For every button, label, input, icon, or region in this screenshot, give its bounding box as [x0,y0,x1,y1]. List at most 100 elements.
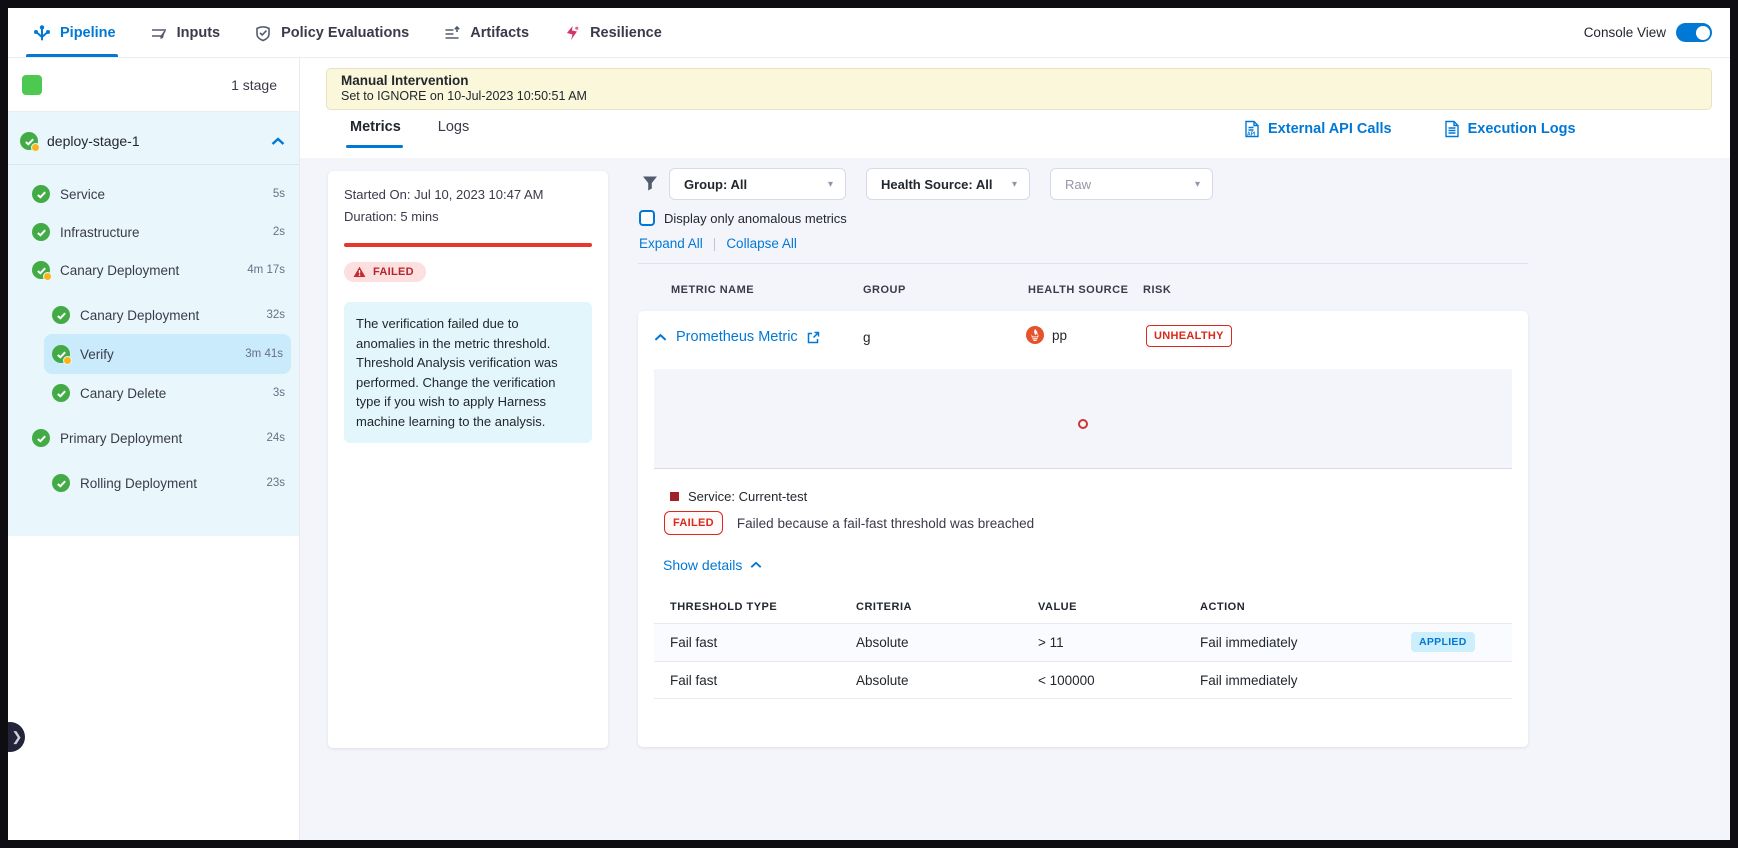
stage-count-label: 1 stage [231,77,277,93]
chart-legend: Service: Current-test [670,489,807,504]
execution-sidebar: 1 stage deploy-stage-1 Service 5s [8,58,300,840]
group-filter-dropdown[interactable]: Group: All ▾ [669,168,846,200]
metrics-tab-underline [346,145,403,148]
sidebar-item-canary-deployment-group[interactable]: Canary Deployment 4m 17s [8,251,299,289]
step-duration: 3m 41s [245,348,283,360]
metric-row-toggle[interactable]: Prometheus Metric [654,329,820,345]
anomalous-data-point[interactable] [1078,419,1088,429]
column-header-action: ACTION [1200,601,1245,613]
success-check-icon [32,223,50,241]
tab-resilience[interactable]: Resilience [563,8,662,57]
metric-row-card: Prometheus Metric g pp UNHEALTHY [638,311,1528,747]
legend-label: Service: Current-test [688,489,807,504]
resilience-icon [563,24,581,42]
sidebar-item-service[interactable]: Service 5s [8,175,299,213]
sidebar-item-primary-deployment[interactable]: Primary Deployment 24s [8,419,299,457]
metric-chart[interactable] [654,369,1512,469]
expand-collapse-controls: Expand All | Collapse All [639,236,797,251]
duration-label: Duration: 5 mins [344,209,592,224]
sidebar-item-canary-delete[interactable]: Canary Delete 3s [8,374,299,412]
sidebar-item-infrastructure[interactable]: Infrastructure 2s [8,213,299,251]
health-source-value: pp [1052,328,1067,343]
column-header-value: VALUE [1038,601,1077,613]
tab-logs[interactable]: Logs [438,119,469,135]
sidebar-item-verify[interactable]: Verify 3m 41s [44,334,291,374]
table-row: Fail fast Absolute > 11 Fail immediately… [654,623,1512,661]
console-view-toggle[interactable] [1676,23,1712,42]
api-document-icon: API [1244,120,1260,138]
external-link-icon[interactable] [807,331,820,344]
chevron-right-icon: ❯ [12,729,23,745]
chevron-up-icon [654,333,667,342]
verification-summary-card: Started On: Jul 10, 2023 10:47 AM Durati… [328,171,608,748]
risk-status-badge: UNHEALTHY [1146,325,1232,347]
expand-all-link[interactable]: Expand All [639,236,703,251]
toggle-knob [1696,26,1710,40]
external-api-calls-link[interactable]: API External API Calls [1244,120,1392,138]
verdict-row: FAILED Failed because a fail-fast thresh… [664,511,1034,535]
tab-artifacts-label: Artifacts [470,25,529,41]
screenshot-frame: Pipeline Inputs Policy Evaluations Artif… [0,0,1738,848]
tab-metrics[interactable]: Metrics [350,119,401,135]
step-duration: 5s [273,188,285,200]
health-source-filter-dropdown[interactable]: Health Source: All ▾ [866,168,1030,200]
step-duration: 32s [266,309,285,321]
chevron-up-icon [750,561,762,569]
artifacts-icon [443,24,461,42]
step-duration: 4m 17s [247,264,285,276]
table-row: Fail fast Absolute < 100000 Fail immedia… [654,661,1512,699]
stage-status-square[interactable] [22,75,42,95]
verdict-message: Failed because a fail-fast threshold was… [737,516,1034,531]
tab-pipeline[interactable]: Pipeline [33,8,116,57]
banner-message: Set to IGNORE on 10-Jul-2023 10:50:51 AM [341,89,1697,103]
sidebar-item-deploy-stage-1[interactable]: deploy-stage-1 [8,112,299,164]
execution-logs-link[interactable]: Execution Logs [1444,120,1576,138]
warning-check-icon [52,345,70,363]
step-duration: 3s [273,387,285,399]
anomalous-metrics-checkbox[interactable] [639,210,655,226]
tab-inputs[interactable]: Inputs [150,8,221,57]
filter-funnel-icon[interactable] [641,174,659,192]
tab-policy-evaluations[interactable]: Policy Evaluations [254,8,409,57]
chevron-down-icon: ▾ [1195,179,1200,190]
tab-policy-evaluations-label: Policy Evaluations [281,25,409,41]
active-tab-underline [26,54,118,57]
success-check-icon [52,384,70,402]
banner-title: Manual Intervention [341,73,1697,88]
tab-artifacts[interactable]: Artifacts [443,8,529,57]
step-duration: 24s [266,432,285,444]
column-header-group: GROUP [863,284,906,296]
policy-check-icon [254,24,272,42]
started-on-label: Started On: Jul 10, 2023 10:47 AM [344,187,592,202]
stage-steps-panel: deploy-stage-1 Service 5s Infrastructure… [8,112,299,536]
show-details-toggle[interactable]: Show details [663,557,762,573]
collapse-all-link[interactable]: Collapse All [726,236,797,251]
success-check-icon [52,306,70,324]
metric-failed-badge: FAILED [664,511,723,535]
verification-failure-message: The verification failed due to anomalies… [344,302,592,443]
top-navigation: Pipeline Inputs Policy Evaluations Artif… [8,8,1730,58]
sidebar-item-rolling-deployment[interactable]: Rolling Deployment 23s [8,464,299,502]
metric-group-value: g [863,330,871,345]
metric-name-link[interactable]: Prometheus Metric [676,329,798,345]
chevron-up-icon[interactable] [271,137,285,146]
chevron-down-icon: ▾ [828,179,833,190]
sidebar-expand-handle[interactable]: ❯ [8,722,25,752]
tab-resilience-label: Resilience [590,25,662,41]
stage-summary-header: 1 stage [8,58,299,112]
threshold-table: THRESHOLD TYPE CRITERIA VALUE ACTION Fai… [654,595,1512,699]
step-duration: 2s [273,226,285,238]
inputs-icon [150,24,168,42]
raw-view-dropdown[interactable]: Raw ▾ [1050,168,1213,200]
svg-text:API: API [1247,132,1256,138]
document-icon [1444,120,1460,138]
verification-progress-bar [344,243,592,247]
success-check-icon [32,185,50,203]
health-source-cell: pp [1026,326,1067,344]
column-header-risk: RISK [1143,284,1171,296]
chevron-down-icon: ▾ [1012,179,1017,190]
warning-triangle-icon [353,266,366,278]
success-check-icon [32,429,50,447]
console-view-label: Console View [1584,25,1666,40]
sidebar-item-canary-deployment[interactable]: Canary Deployment 32s [8,296,299,334]
